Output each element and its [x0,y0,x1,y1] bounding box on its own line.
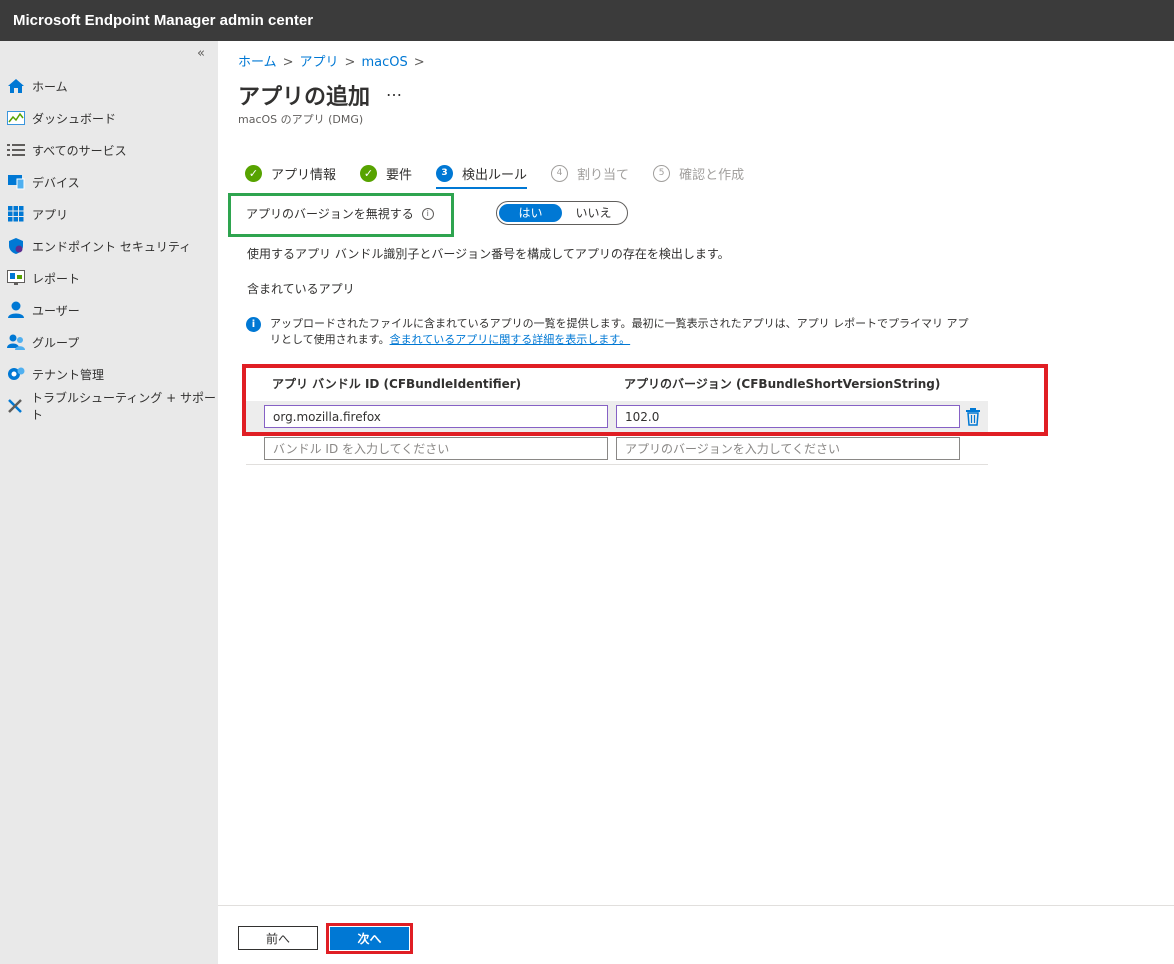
toggle-no-option[interactable]: いいえ [562,204,625,222]
breadcrumb-separator: > [413,55,425,70]
app-title-bar: Microsoft Endpoint Manager admin center [0,0,1174,41]
sidebar-item-label: デバイス [32,175,80,190]
step-number-badge: 3 [436,164,454,182]
detection-description: 使用するアプリ バンドル識別子とバージョン番号を構成してアプリの存在を検出します… [247,247,730,261]
sidebar-item-apps[interactable]: アプリ [6,203,68,225]
breadcrumb-apps-link[interactable]: アプリ [300,55,339,70]
check-icon: ✓ [360,164,378,182]
more-options-button[interactable]: … [386,81,402,100]
step-label: 検出ルール [462,167,528,183]
new-bundle-id-input[interactable]: バンドル ID を入力してください [264,437,608,460]
home-icon [6,77,26,95]
tab-requirements[interactable]: ✓ 要件 [360,160,412,186]
breadcrumb-macos-link[interactable]: macOS [361,55,407,70]
sidebar-item-reports[interactable]: レポート [6,267,80,289]
sidebar-item-label: テナント管理 [32,367,105,382]
sidebar-item-label: レポート [32,271,81,286]
app-title: Microsoft Endpoint Manager admin center [13,12,314,29]
sidebar-item-label: すべてのサービス [32,143,127,158]
learn-more-link[interactable]: 含まれているアプリに関する詳細を表示します。 [390,333,631,346]
sidebar-item-dashboard[interactable]: ダッシュボード [6,107,116,129]
sidebar-item-troubleshooting[interactable]: トラブルシューティング + サポート [6,391,218,422]
breadcrumb-separator: > [282,55,294,70]
sidebar: « ホーム ダッシュボード すべてのサービス デバイス アプリ エンドポイント … [0,41,218,964]
toggle-yes-option[interactable]: はい [499,204,562,222]
step-label: 割り当て [577,167,630,183]
wizard-steps: ✓ アプリ情報 ✓ 要件 3 検出ルール 4 割り当て 5 確認と作成 [245,160,768,189]
sidebar-item-label: アプリ [32,207,69,222]
sidebar-item-label: ホーム [32,79,68,94]
table-divider [246,464,988,465]
next-button[interactable]: 次へ [330,927,409,950]
shield-icon [6,237,26,255]
page-title: アプリの追加 [238,85,371,110]
user-icon [6,301,26,319]
footer-divider [218,905,1174,906]
previous-button[interactable]: 前へ [238,926,318,950]
collapse-sidebar-icon[interactable]: « [197,46,205,61]
breadcrumb: ホーム > アプリ > macOS > [238,51,431,70]
check-icon: ✓ [245,164,262,182]
info-message-text: アップロードされたファイルに含まれているアプリの一覧を提供します。最初に一覧表示… [270,316,976,348]
tab-review-create[interactable]: 5 確認と作成 [653,160,744,186]
dashboard-icon [6,109,26,127]
step-label: 確認と作成 [679,167,745,183]
sidebar-item-label: エンドポイント セキュリティ [32,239,192,254]
sidebar-item-groups[interactable]: グループ [6,331,79,353]
breadcrumb-home-link[interactable]: ホーム [238,55,277,70]
info-icon: i [246,317,261,332]
sidebar-item-home[interactable]: ホーム [6,75,68,97]
sidebar-item-label: トラブルシューティング + サポート [30,391,216,422]
list-icon [6,141,26,159]
step-label: 要件 [386,167,413,183]
step-number-badge: 4 [551,164,569,182]
ignore-version-toggle[interactable]: はい いいえ [496,201,628,225]
sidebar-item-label: ユーザー [32,303,80,318]
group-icon [6,333,26,351]
step-number-badge: 5 [653,164,671,182]
highlight-box-red-table [242,364,1048,436]
device-icon [6,173,26,191]
tab-assignments[interactable]: 4 割り当て [551,160,629,186]
sidebar-item-users[interactable]: ユーザー [6,299,80,321]
info-message: i アップロードされたファイルに含まれているアプリの一覧を提供します。最初に一覧… [246,316,976,348]
sidebar-item-all-services[interactable]: すべてのサービス [6,139,127,161]
info-icon[interactable]: i [421,207,434,220]
apps-grid-icon [6,205,26,223]
sidebar-item-label: グループ [32,335,80,350]
tab-app-info[interactable]: ✓ アプリ情報 [245,160,336,186]
sidebar-item-devices[interactable]: デバイス [6,171,80,193]
tenant-icon [6,365,26,383]
sidebar-item-endpoint-security[interactable]: エンドポイント セキュリティ [6,235,191,257]
sidebar-item-tenant-admin[interactable]: テナント管理 [6,363,104,385]
included-apps-heading: 含まれているアプリ [247,282,355,296]
ignore-version-label: アプリのバージョンを無視する i [246,205,434,222]
tab-detection-rules[interactable]: 3 検出ルール [436,160,528,189]
breadcrumb-separator: > [344,55,356,70]
main-content: ホーム > アプリ > macOS > アプリの追加 … macOS のアプリ (DMG)… [218,41,1174,964]
ignore-version-text: アプリのバージョンを無視する [246,207,414,221]
page-subtitle: macOS のアプリ (DMG) [238,113,364,126]
new-version-input[interactable]: アプリのバージョンを入力してください [616,437,960,460]
report-icon [6,269,26,287]
step-label: アプリ情報 [271,167,337,183]
sidebar-item-label: ダッシュボード [32,111,117,126]
tools-icon [6,397,25,415]
